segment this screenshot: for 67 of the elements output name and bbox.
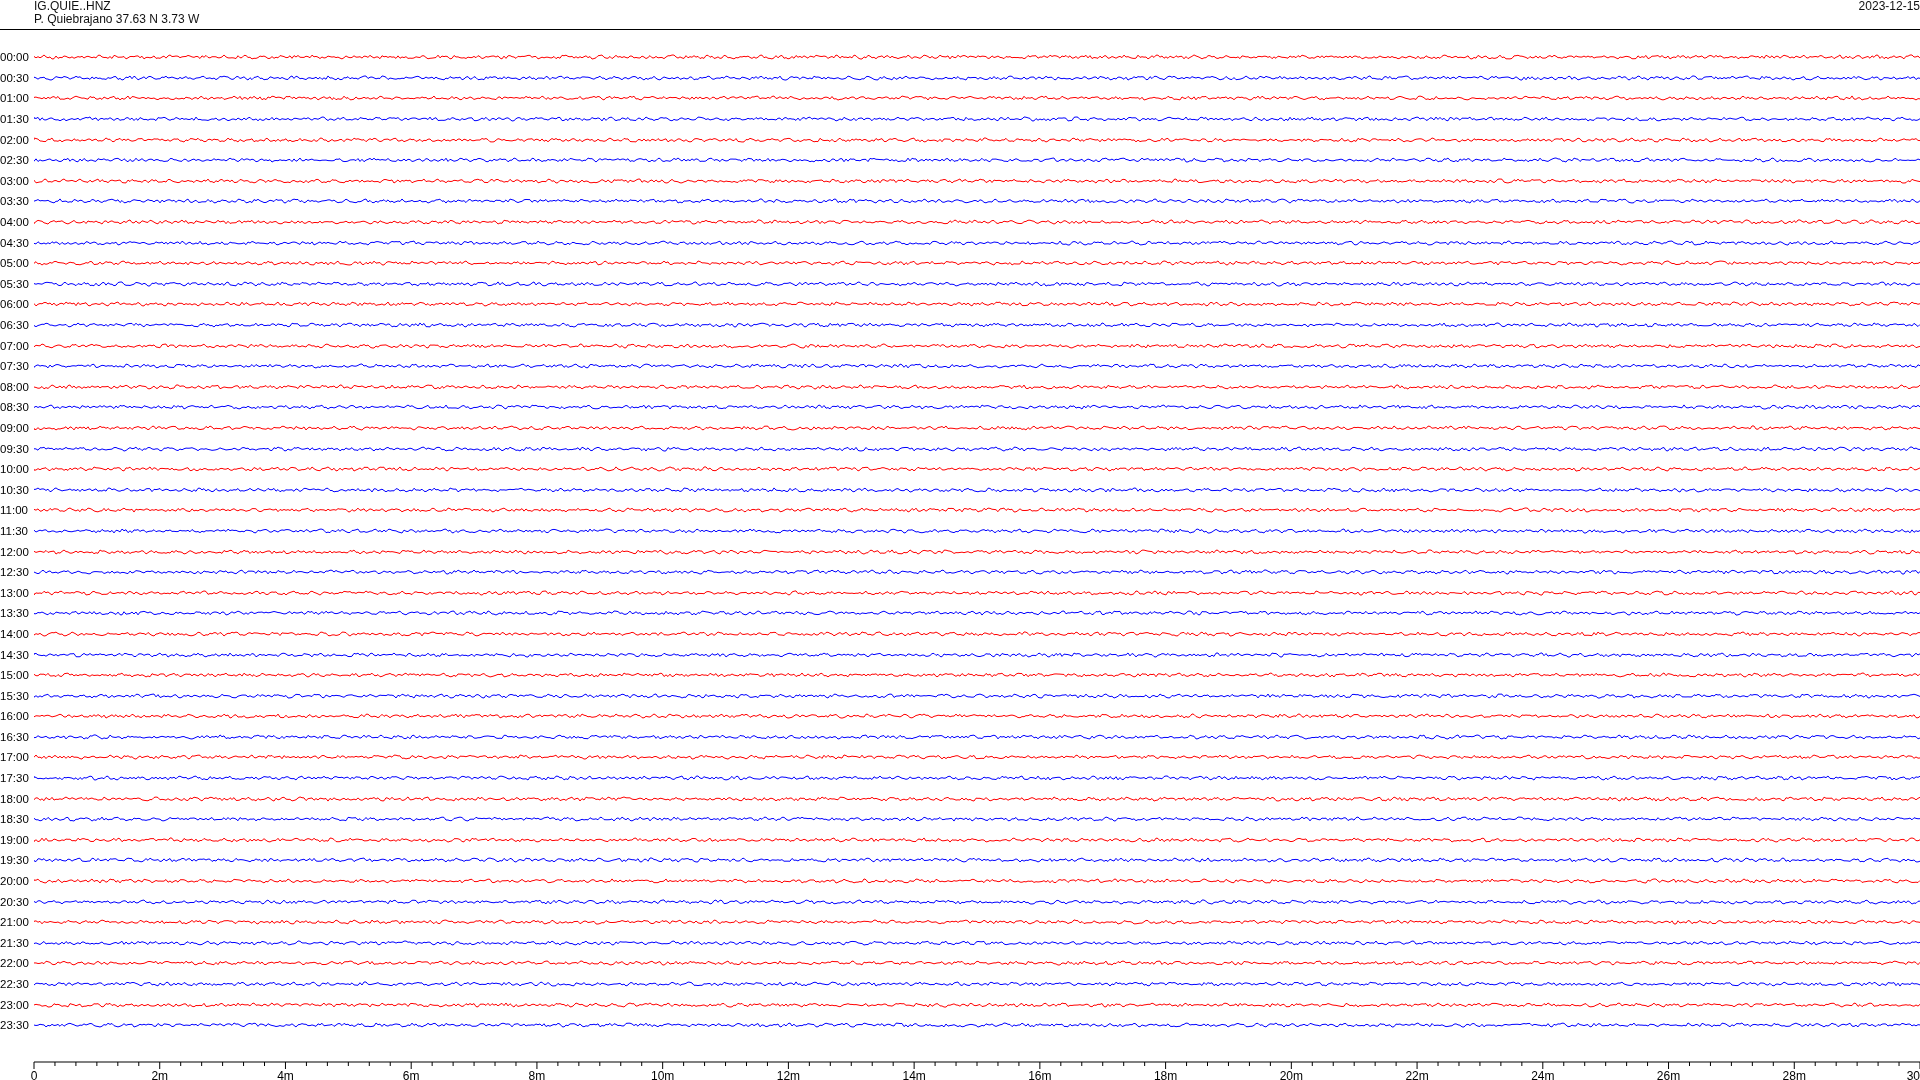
time-label: 20:00	[0, 875, 30, 888]
time-label: 19:30	[0, 854, 30, 867]
axis-tick-label: 24m	[1531, 1068, 1555, 1080]
time-label: 13:30	[0, 607, 30, 620]
time-label: 12:00	[0, 545, 30, 558]
time-label: 18:00	[0, 792, 30, 805]
time-label: 16:30	[0, 730, 30, 743]
time-label: 06:00	[0, 298, 30, 311]
time-label: 07:30	[0, 360, 30, 373]
time-label: 23:30	[0, 1019, 30, 1032]
time-label: 21:30	[0, 936, 30, 949]
time-label: 11:30	[0, 524, 29, 537]
axis-tick-label: 22m	[1405, 1068, 1429, 1080]
axis-tick-label: 16m	[1028, 1068, 1052, 1080]
time-label: 23:00	[0, 998, 30, 1011]
axis-tick-label: 18m	[1153, 1068, 1178, 1080]
time-label: 14:30	[0, 648, 30, 661]
time-label: 21:00	[0, 916, 30, 929]
time-label: 15:00	[0, 669, 30, 682]
axis-tick-label: 20m	[1279, 1068, 1303, 1080]
station-location: P. Quiebrajano 37.63 N 3.73 W	[34, 13, 200, 26]
time-label: 08:00	[0, 380, 30, 393]
time-label: 22:00	[0, 957, 30, 970]
date-label: 2023-12-15	[1858, 0, 1920, 13]
time-label: 15:30	[0, 689, 30, 702]
station-code: IG.QUIE..HNZ	[34, 0, 112, 13]
time-label: 10:30	[0, 483, 30, 496]
axis-tick-label: 4m	[277, 1068, 294, 1080]
time-label: 17:00	[0, 751, 30, 764]
time-label: 00:00	[0, 51, 30, 64]
time-label: 17:30	[0, 772, 30, 785]
time-label: 10:00	[0, 463, 30, 476]
axis-tick-label: 0	[30, 1068, 38, 1080]
time-label: 11:00	[0, 504, 29, 517]
time-label: 19:00	[0, 833, 30, 846]
time-label: 00:30	[0, 71, 30, 84]
time-label: 09:30	[0, 442, 30, 455]
time-label: 07:00	[0, 339, 30, 352]
time-label: 02:30	[0, 154, 30, 167]
time-label: 04:00	[0, 216, 30, 229]
time-label: 14:00	[0, 627, 30, 640]
time-label: 08:30	[0, 401, 30, 414]
time-label: 09:00	[0, 422, 30, 434]
time-label: 12:30	[0, 566, 30, 579]
axis-tick-label: 10m	[651, 1068, 675, 1080]
axis-tick-label: 8m	[528, 1068, 546, 1080]
axis-tick-label: 30	[1906, 1068, 1920, 1080]
time-label: 20:30	[0, 895, 30, 908]
axis-tick-label: 2m	[151, 1068, 169, 1080]
time-label: 22:30	[0, 978, 30, 990]
time-label: 04:30	[0, 236, 30, 249]
axis-tick-label: 26m	[1656, 1068, 1681, 1080]
time-label: 05:00	[0, 257, 30, 270]
time-label: 18:30	[0, 813, 30, 826]
axis-tick-label: 14m	[902, 1068, 926, 1080]
time-label: 01:00	[0, 92, 30, 105]
axis-tick-label: 6m	[402, 1068, 420, 1080]
axis-tick-label: 12m	[776, 1068, 801, 1080]
axis-tick-label: 28m	[1782, 1068, 1806, 1080]
time-label: 01:30	[0, 113, 30, 126]
time-label: 02:00	[0, 133, 30, 146]
time-label: 06:30	[0, 319, 30, 331]
time-label: 03:30	[0, 195, 30, 208]
time-label: 16:00	[0, 710, 30, 723]
time-label: 05:30	[0, 277, 30, 290]
time-label: 03:00	[0, 174, 30, 187]
time-label: 13:00	[0, 586, 30, 599]
